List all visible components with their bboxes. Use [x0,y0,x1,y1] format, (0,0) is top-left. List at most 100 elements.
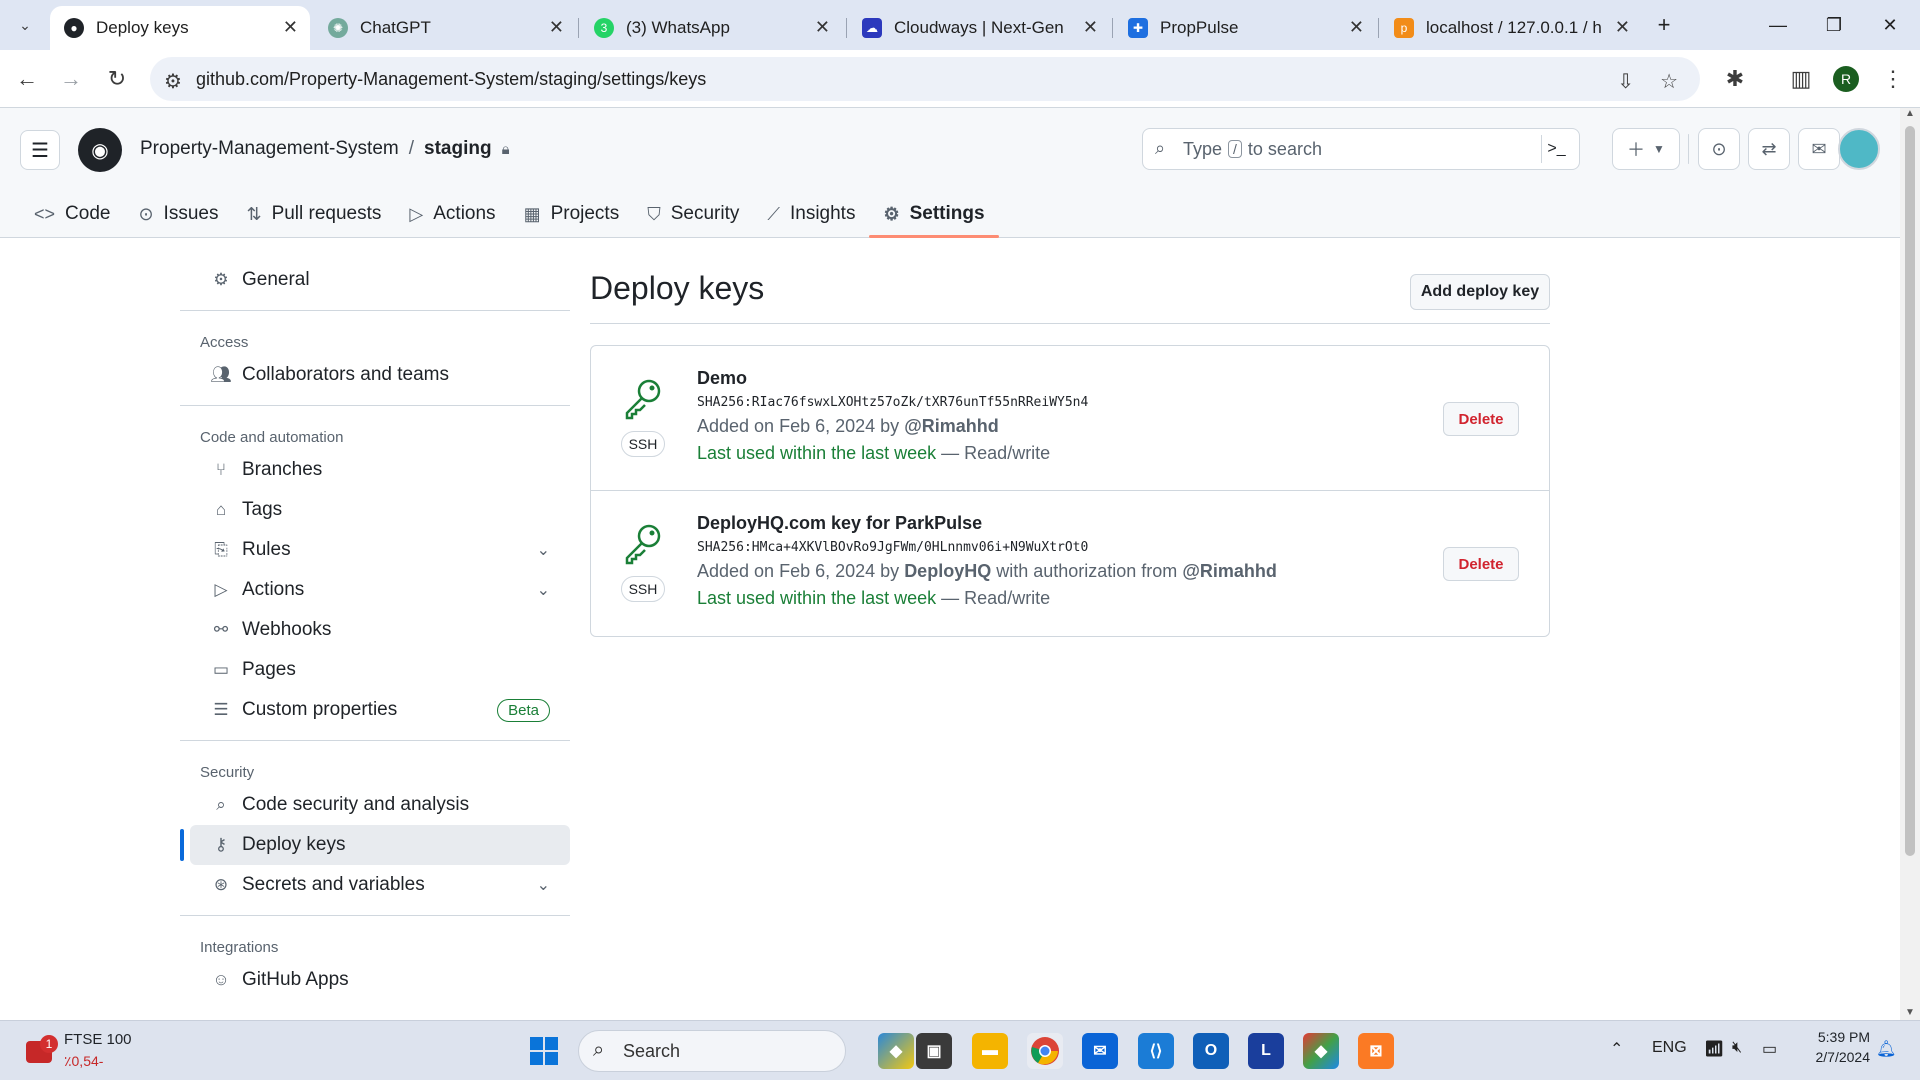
bookmark-star-icon[interactable]: ☆ [1660,69,1678,94]
sidebar-item-code-security[interactable]: ⌕ Code security and analysis [190,785,570,825]
tab-security[interactable]: ⛉ Security [633,190,753,238]
mail-icon[interactable]: ✉ [1082,1033,1118,1069]
wifi-icon[interactable]: 📶︎ [1704,1039,1724,1059]
vscode-icon[interactable]: ⟨⟩ [1138,1033,1174,1069]
outlook-icon[interactable]: O [1193,1033,1229,1069]
owner-link[interactable]: Property-Management-System [140,138,399,160]
tab-chatgpt[interactable]: ✺ ChatGPT ✕ [314,6,576,50]
side-panel-icon[interactable]: ▥ [1786,64,1816,94]
tab-issues[interactable]: ⊙ Issues [124,190,232,238]
tab-proppulse[interactable]: ✚ PropPulse ✕ [1114,6,1376,50]
extensions-icon[interactable]: ✱ [1720,64,1750,94]
command-palette-icon[interactable]: >_ [1541,135,1571,163]
clock[interactable]: 5:39 PM 2/7/2024 [1800,1029,1871,1065]
scrollbar-thumb[interactable] [1905,126,1915,856]
tab-code[interactable]: <> Code [20,190,124,238]
chrome-icon[interactable] [1027,1033,1063,1069]
user-avatar[interactable] [1838,128,1880,170]
authorized-by-user[interactable]: @Rimahhd [1182,561,1277,581]
close-icon[interactable]: ✕ [1349,17,1364,38]
chevron-down-icon[interactable]: ⌄ [537,875,550,895]
note-icon: ☰ [213,700,229,719]
issues-icon[interactable]: ⊙ [1698,128,1740,170]
sidebar-item-pages[interactable]: ▭ Pages [190,650,570,690]
close-icon[interactable]: ✕ [283,17,298,38]
close-icon[interactable]: ✕ [549,17,564,38]
pull-requests-icon[interactable]: ⇄ [1748,128,1790,170]
minimize-icon[interactable]: — [1750,0,1806,50]
page-scrollbar[interactable]: ▲ ▼ [1900,108,1920,1020]
sidebar-divider [180,405,570,406]
volume-muted-icon[interactable]: 🔇︎ [1732,1039,1742,1057]
tray-overflow-icon[interactable]: ⌃ [1610,1039,1623,1059]
tab-actions[interactable]: ▷ Actions [395,190,509,238]
install-icon[interactable]: ⇩ [1617,69,1634,94]
tab-projects[interactable]: ▦ Projects [510,190,634,238]
tab-insights[interactable]: ⟋ Insights [753,190,869,238]
search-input[interactable]: ⌕ Type / to search >_ [1142,128,1580,170]
sidebar-item-general[interactable]: ⚙ General [190,260,570,300]
github-logo-icon[interactable]: ◉ [78,128,122,172]
sidebar-item-secrets[interactable]: ⊛ Secrets and variables ⌄ [190,865,570,905]
close-icon[interactable]: ✕ [815,17,830,38]
copilot-icon[interactable]: ◆ [878,1033,914,1069]
sidebar-item-actions[interactable]: ▷ Actions ⌄ [190,570,570,610]
create-new-button[interactable]: ＋ ▼ [1612,128,1680,170]
menu-icon[interactable]: ⋮ [1878,64,1908,94]
scroll-down-icon[interactable]: ▼ [1905,1007,1915,1018]
tab-title: PropPulse [1160,18,1239,37]
chevron-down-icon[interactable]: ⌄ [537,580,550,600]
close-icon[interactable]: ✕ [1615,17,1630,38]
windows-start-icon[interactable] [526,1033,562,1069]
site-settings-icon[interactable]: ⚙ [164,69,182,94]
tab-cloudways[interactable]: ☁ Cloudways | Next-Gen Clou ✕ [848,6,1110,50]
chevron-down-icon[interactable]: ⌄ [537,540,550,560]
restore-icon[interactable]: ❐ [1806,0,1862,50]
sidebar-item-webhooks[interactable]: ⚯ Webhooks [190,610,570,650]
language-indicator[interactable]: ENG [1652,1039,1687,1057]
tab-pull-requests[interactable]: ⇅ Pull requests [232,190,395,238]
added-by-user[interactable]: @Rimahhd [904,416,999,436]
sidebar-item-custom-properties[interactable]: ☰ Custom properties Beta [190,690,570,730]
sidebar-item-tags[interactable]: ⌂ Tags [190,490,570,530]
sidebar-item-branches[interactable]: ⑂ Branches [190,450,570,490]
add-deploy-key-button[interactable]: Add deploy key [1410,274,1550,310]
forward-icon[interactable]: → [56,64,86,94]
window-close-icon[interactable]: ✕ [1862,0,1918,50]
tab-search-icon[interactable]: ⌄ [10,10,40,40]
app-l-icon[interactable]: L [1248,1033,1284,1069]
hamburger-menu-icon[interactable]: ☰ [20,130,60,170]
task-view-icon[interactable]: ▣ [916,1033,952,1069]
stock-widget-icon[interactable]: 1 [26,1035,58,1065]
file-explorer-icon[interactable]: ▬ [972,1033,1008,1069]
inbox-icon[interactable]: ✉ [1798,128,1840,170]
close-icon[interactable]: ✕ [1083,17,1098,38]
xampp-icon[interactable]: ⊠ [1358,1033,1394,1069]
app-diamond-icon[interactable]: ◆ [1303,1033,1339,1069]
sidebar-item-deploy-keys[interactable]: ⚷ Deploy keys [180,825,570,865]
scroll-up-icon[interactable]: ▲ [1905,108,1915,119]
added-by-user[interactable]: DeployHQ [904,561,991,581]
tab-whatsapp[interactable]: 3 (3) WhatsApp ✕ [580,6,842,50]
new-tab-button[interactable]: + [1636,0,1692,50]
key-icon [625,524,661,565]
back-icon[interactable]: ← [12,64,42,94]
tab-deploy-keys[interactable]: ● Deploy keys ✕ [50,6,310,50]
delete-button[interactable]: Delete [1443,402,1519,436]
stock-name[interactable]: FTSE 100 [64,1031,132,1048]
sidebar-item-github-apps[interactable]: ☺ GitHub Apps [190,960,570,1000]
sidebar-item-label: Pages [242,659,296,680]
taskbar-search[interactable]: ⌕ Search [578,1030,846,1072]
tab-localhost[interactable]: p localhost / 127.0.0.1 / hmis ✕ [1380,6,1642,50]
profile-avatar[interactable]: R [1833,66,1859,92]
reload-icon[interactable]: ↻ [102,64,132,94]
sidebar-item-collaborators[interactable]: 👥︎ Collaborators and teams [190,355,570,395]
tab-settings[interactable]: ⚙ Settings [869,190,999,238]
battery-icon[interactable]: ▭ [1762,1039,1777,1059]
delete-button[interactable]: Delete [1443,547,1519,581]
repo-link[interactable]: staging [424,138,492,160]
notification-bell-icon[interactable]: 🔔︎ [1876,1039,1896,1059]
sidebar-item-rules[interactable]: ⎘ Rules ⌄ [190,530,570,570]
url-bar[interactable]: ⚙ github.com/Property-Management-System/… [150,57,1700,101]
access-level: — Read/write [941,443,1051,463]
